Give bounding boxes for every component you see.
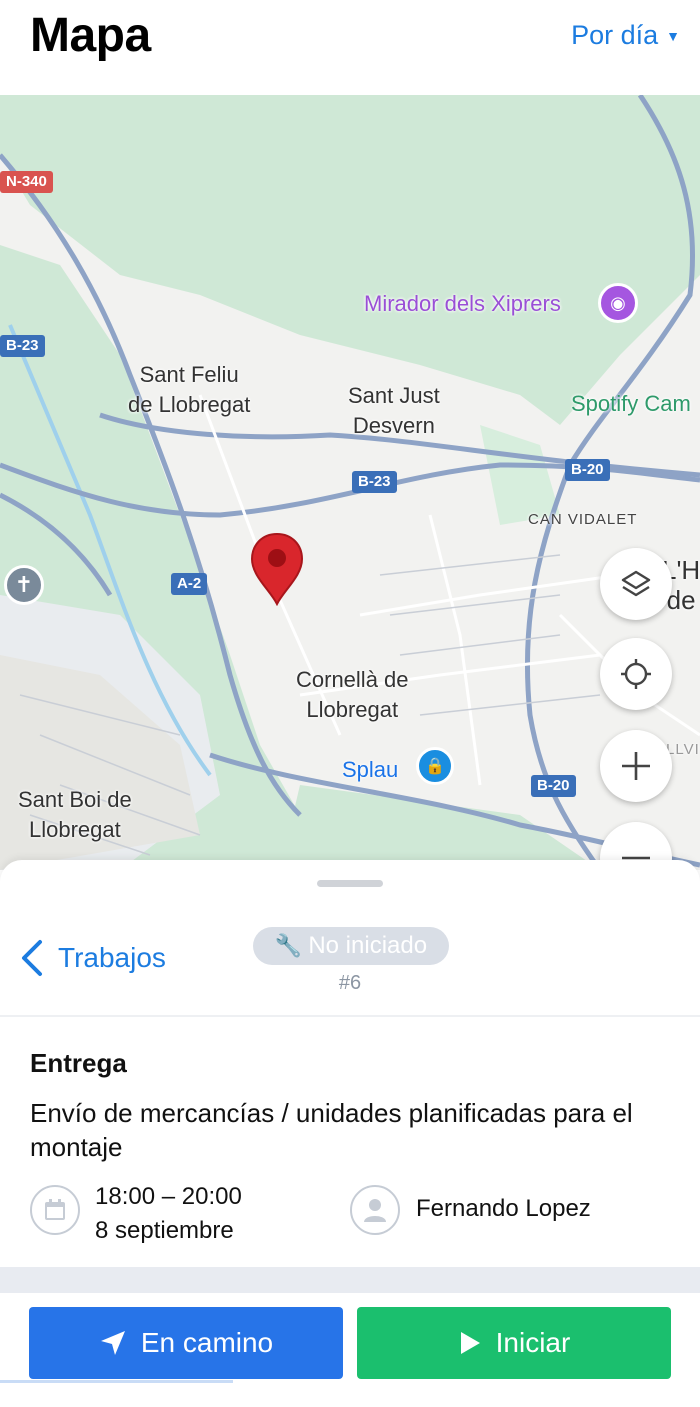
road-shield-n340: N-340	[0, 171, 53, 193]
period-filter-label: Por día	[571, 20, 659, 50]
status-label: No iniciado	[308, 932, 428, 959]
shopping-bag-icon[interactable]: 🔒	[416, 747, 454, 785]
start-button[interactable]: Iniciar	[357, 1307, 671, 1379]
plus-icon	[622, 752, 650, 780]
zoom-in-button[interactable]	[600, 730, 672, 802]
app-header: Mapa Por día ▼	[0, 0, 700, 95]
location-pin-icon[interactable]	[250, 532, 304, 606]
road-shield-b20: B-20	[531, 775, 576, 797]
layers-button[interactable]	[600, 548, 672, 620]
section-separator	[0, 1267, 700, 1293]
map-base-layer	[0, 95, 700, 870]
en-camino-label: En camino	[140, 1327, 274, 1358]
road-shield-b23: B-23	[352, 471, 397, 493]
start-label: Iniciar	[495, 1327, 571, 1358]
map-label-can-vidalet: CAN VIDALET	[528, 511, 638, 528]
en-camino-button[interactable]: En camino	[29, 1307, 343, 1379]
map-label-mirador[interactable]: Mirador dels Xiprers	[364, 289, 561, 319]
navigation-arrow-icon	[100, 1331, 125, 1355]
map-label-cornella: Cornellà de Llobregat	[296, 667, 409, 722]
divider	[0, 1015, 700, 1017]
map-label-spotify[interactable]: Spotify Cam	[571, 389, 691, 419]
calendar-icon	[30, 1185, 80, 1235]
job-assignee: Fernando Lopez	[416, 1195, 591, 1222]
my-location-icon	[621, 659, 651, 689]
map-label-splau[interactable]: Splau	[342, 755, 398, 785]
job-date: 8 septiembre	[95, 1217, 234, 1244]
map-view[interactable]: Sant Feliu de Llobregat Sant Just Desver…	[0, 95, 700, 870]
camera-icon[interactable]: ◉	[598, 283, 638, 323]
my-location-button[interactable]	[600, 638, 672, 710]
job-time-range: 18:00 – 20:00	[95, 1183, 242, 1210]
period-filter-dropdown[interactable]: Por día ▼	[571, 20, 680, 51]
road-shield-b20: B-20	[565, 459, 610, 481]
job-schedule: 18:00 – 20:00 8 septiembre	[95, 1180, 242, 1248]
play-icon	[460, 1332, 480, 1354]
wrench-icon: 🔧	[274, 933, 303, 958]
chevron-down-icon: ▼	[666, 27, 680, 44]
page-title: Mapa	[30, 9, 151, 62]
user-avatar-icon	[350, 1185, 400, 1235]
sheet-drag-handle[interactable]	[317, 880, 383, 887]
loading-progress-bar	[0, 1380, 233, 1383]
job-description: Envío de mercancías / unidades planifica…	[30, 1098, 633, 1162]
back-label: Trabajos	[58, 942, 166, 973]
job-bottom-sheet: Trabajos 🔧 No iniciado #6 Entrega Envío …	[0, 860, 700, 1407]
cemetery-icon[interactable]: ✝	[4, 565, 44, 605]
map-label-sant-just: Sant Just Desvern	[348, 383, 440, 438]
map-label-sant-feliu: Sant Feliu de Llobregat	[128, 362, 251, 417]
road-shield-b23: B-23	[0, 335, 45, 357]
map-label-sant-boi: Sant Boi de Llobregat	[18, 787, 132, 842]
job-number: #6	[338, 972, 362, 994]
status-badge: 🔧 No iniciado	[253, 927, 449, 965]
job-type: Entrega	[30, 1048, 127, 1078]
layers-icon	[621, 570, 651, 597]
road-shield-a2: A-2	[171, 573, 208, 595]
